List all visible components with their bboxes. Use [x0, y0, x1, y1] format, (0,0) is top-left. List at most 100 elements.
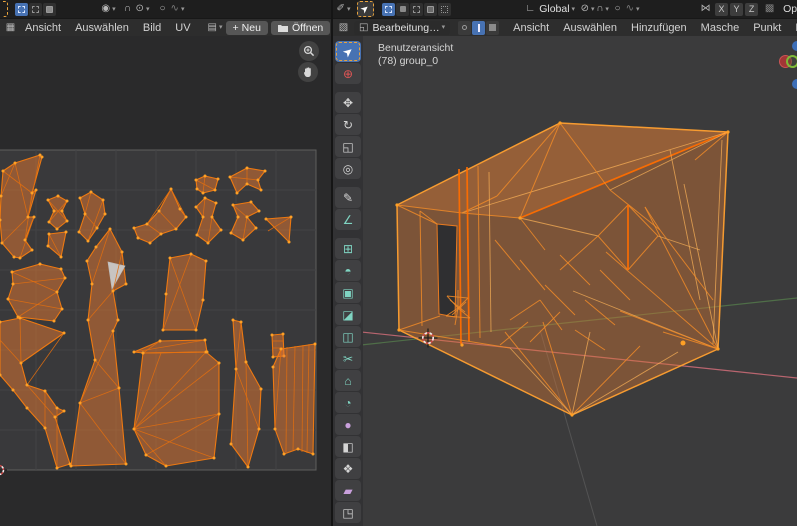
uv-editor-header: ▦ Ansicht Auswählen Bild UV ▤▾ +Neu Öffn… [0, 18, 331, 36]
snapping-dropdown[interactable]: ⊘▾ [580, 2, 595, 16]
menu-auswaehlen[interactable]: Auswählen [68, 22, 136, 34]
nav-gizmo[interactable] [767, 36, 797, 136]
shear-tool-button[interactable]: ▰ [335, 480, 361, 501]
snap-magnet-dropdown[interactable]: ∩▾ [595, 2, 610, 16]
select-mode-extend-button[interactable] [396, 3, 409, 16]
mirror-dropdown[interactable]: ⋈ [698, 2, 713, 16]
falloff-dropdown[interactable]: ∿▾ [170, 2, 185, 16]
bevel-tool-button[interactable]: ◪ [335, 304, 361, 325]
face-select-button[interactable] [486, 21, 499, 35]
viewport-pane: ✐▾ ➤ ∟ Global ▾ ⊘▾ ∩▾ ○ ∿▾ ⋈ X Y Z ▩ [333, 0, 797, 526]
tweak-select-tool-button[interactable]: ➤ [335, 41, 361, 62]
pan-button[interactable] [298, 62, 318, 82]
menu-ansicht[interactable]: Ansicht [506, 22, 556, 34]
mirror-y-button[interactable]: Y [730, 3, 743, 16]
chevron-down-icon: ▾ [181, 6, 185, 13]
viewport-canvas[interactable]: ➤⊕✥↻◱◎✎∠⊞◓▣◪◫✂⌂◔●◧❖▰◳ Benutzeransicht (7… [333, 36, 797, 526]
transform-orientation-dropdown[interactable]: ∟ Global ▾ [525, 2, 575, 16]
measure-tool-button[interactable]: ∠ [335, 209, 361, 230]
rip-region-tool-icon: ◳ [342, 506, 353, 520]
tool-settings-dropdown[interactable]: ✐▾ [336, 2, 351, 16]
select-mode-subtract-button[interactable] [410, 3, 423, 16]
editor-type-dropdown[interactable]: ▦ [3, 21, 18, 35]
box-intersect-icon [441, 6, 448, 13]
falloff-dropdown[interactable]: ∿▾ [625, 2, 640, 16]
annotate-tool-button[interactable]: ✎ [335, 187, 361, 208]
new-image-button[interactable]: +Neu [226, 21, 268, 35]
cursor-tool-button[interactable]: ⊕ [335, 63, 361, 84]
extrude-tool-button[interactable]: ◓ [335, 260, 361, 281]
menu-masche[interactable]: Masche [694, 22, 747, 34]
edge-select-button[interactable] [472, 21, 485, 35]
uv-select-vertex-button[interactable] [15, 3, 28, 16]
spin-tool-button[interactable]: ◔ [335, 392, 361, 413]
bevel-tool-icon: ◪ [342, 308, 353, 322]
uv-island[interactable] [7, 263, 67, 323]
mode-dropdown[interactable]: ◱ Bearbeitung… ▾ [354, 21, 450, 35]
axis-y-ball[interactable] [786, 55, 797, 68]
edge-slide-tool-button[interactable]: ◧ [335, 436, 361, 457]
axis-z-neg-ball[interactable] [792, 79, 797, 89]
face-select-icon [46, 6, 53, 13]
select-mode-invert-button[interactable] [424, 3, 437, 16]
loop-cut-tool-icon: ◫ [342, 330, 353, 344]
menu-bild[interactable]: Bild [136, 22, 168, 34]
transform-tool-button[interactable]: ◎ [335, 158, 361, 179]
uv-island[interactable] [133, 351, 221, 468]
poly-build-tool-button[interactable]: ⌂ [335, 370, 361, 391]
smooth-tool-button[interactable]: ● [335, 414, 361, 435]
mirror-z-button[interactable]: Z [745, 3, 758, 16]
menu-ansicht[interactable]: Ansicht [18, 22, 68, 34]
snap-target-dropdown[interactable]: ⊙▾ [135, 2, 150, 16]
mesh-svg[interactable] [333, 36, 797, 526]
mesh-wireframe[interactable] [395, 121, 729, 416]
vertex-select-button[interactable] [458, 21, 471, 35]
zoom-button[interactable] [299, 41, 319, 61]
poly-build-tool-icon: ⌂ [344, 374, 351, 388]
scale-tool-icon: ◱ [342, 140, 353, 154]
inset-faces-tool-icon: ▣ [342, 286, 353, 300]
move-tool-button[interactable]: ✥ [335, 92, 361, 113]
open-image-button[interactable]: Öffnen [271, 21, 330, 35]
falloff-curve-icon: ∿ [626, 4, 634, 14]
folder-icon [278, 24, 288, 32]
shrink-fatten-tool-button[interactable]: ❖ [335, 458, 361, 479]
menu-hinzufuegen[interactable]: Hinzufügen [624, 22, 694, 34]
uv-select-edge-button[interactable] [29, 3, 42, 16]
select-mode-new-button[interactable] [382, 3, 395, 16]
rotate-tool-button[interactable]: ↻ [335, 114, 361, 135]
uv-islands-svg[interactable] [0, 36, 331, 526]
inset-faces-tool-button[interactable]: ▣ [335, 282, 361, 303]
box-new-icon [385, 6, 392, 13]
chevron-down-icon: ▾ [442, 24, 446, 31]
uv-canvas[interactable] [0, 36, 331, 526]
editor-splitter[interactable] [331, 0, 333, 526]
scale-tool-button[interactable]: ◱ [335, 136, 361, 157]
pivot-point-dropdown[interactable]: ◉▾ [101, 2, 116, 16]
snap-toggle-button[interactable]: ∩ [120, 2, 135, 16]
image-browse-dropdown[interactable]: ▤▾ [208, 21, 223, 35]
menu-auswaehlen[interactable]: Auswählen [556, 22, 624, 34]
mirror-x-button[interactable]: X [715, 3, 728, 16]
proportional-editing-button[interactable]: ○ [155, 2, 170, 16]
add-cube-tool-button[interactable]: ⊞ [335, 238, 361, 259]
menu-uv[interactable]: UV [168, 22, 197, 34]
editor-type-dropdown[interactable]: ▧ [336, 21, 351, 35]
knife-tool-button[interactable]: ✂ [335, 348, 361, 369]
snap-individual-button[interactable]: ▩ [762, 2, 777, 16]
proportional-editing-button[interactable]: ○ [610, 2, 625, 16]
active-tool-button[interactable]: ➤ [357, 1, 374, 17]
snap-circle-icon: ⊘ [581, 4, 589, 14]
pen-tool-icon: ✐ [337, 4, 345, 14]
menu-kante[interactable]: Kante [788, 22, 797, 34]
active-tool-partial-icon[interactable] [3, 1, 8, 17]
select-mode-intersect-button[interactable] [438, 3, 451, 16]
options-button[interactable]: Opt [783, 3, 797, 15]
magnet-icon: ∩ [596, 4, 603, 14]
uv-island[interactable] [272, 343, 317, 456]
uv-select-face-button[interactable] [43, 3, 56, 16]
axis-z-ball[interactable] [792, 41, 797, 51]
rip-region-tool-button[interactable]: ◳ [335, 502, 361, 523]
loop-cut-tool-button[interactable]: ◫ [335, 326, 361, 347]
menu-punkt[interactable]: Punkt [746, 22, 788, 34]
